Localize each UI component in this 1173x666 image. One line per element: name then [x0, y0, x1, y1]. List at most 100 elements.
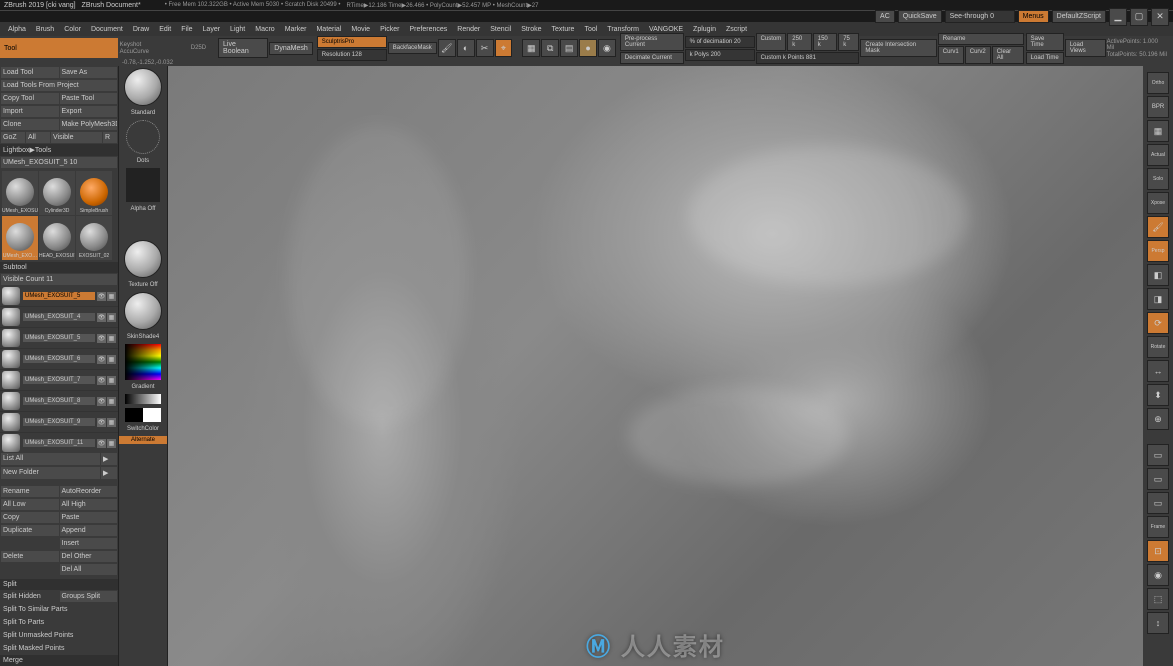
dynamesh-btn[interactable]: DynaMesh: [269, 42, 312, 55]
brush-icon[interactable]: 🖌: [438, 39, 456, 57]
doc2-icon[interactable]: ▭: [1147, 468, 1169, 490]
menu-item[interactable]: Edit: [159, 26, 171, 33]
rename-btn[interactable]: Rename: [938, 33, 1024, 45]
default-script[interactable]: DefaultZScript: [1052, 10, 1106, 23]
paste2-btn[interactable]: Paste: [60, 512, 118, 523]
subtool-header[interactable]: Subtool: [0, 262, 118, 273]
alternate-btn[interactable]: Alternate: [119, 436, 167, 444]
delete-btn[interactable]: Delete: [1, 551, 59, 562]
autocollapse-btn[interactable]: ▶: [101, 453, 117, 465]
menu-item[interactable]: Zscript: [726, 26, 747, 33]
swatches[interactable]: [125, 408, 161, 422]
visible-count[interactable]: Visible Count 11: [1, 274, 117, 285]
menu-item[interactable]: Preferences: [410, 26, 448, 33]
bpr-icon[interactable]: BPR: [1147, 96, 1169, 118]
k150-btn[interactable]: 150 k: [813, 33, 837, 51]
gradient-label[interactable]: Gradient: [131, 384, 154, 390]
menu-item[interactable]: Transform: [607, 26, 639, 33]
menu-item[interactable]: Document: [91, 26, 123, 33]
doc-icon[interactable]: ▭: [1147, 444, 1169, 466]
menu-item[interactable]: Color: [64, 26, 81, 33]
draw-icon[interactable]: 🖌: [1147, 216, 1169, 238]
persp-icon[interactable]: Persp: [1147, 240, 1169, 262]
sculptris-btn[interactable]: SculptrisPro: [317, 36, 387, 48]
load-from-project-btn[interactable]: Load Tools From Project: [1, 80, 117, 91]
savetime-btn[interactable]: Save Time: [1026, 33, 1064, 51]
append-btn[interactable]: Append: [60, 525, 118, 536]
splitunmasked-btn[interactable]: Split Unmasked Points: [1, 630, 117, 641]
goz-btn[interactable]: GoZ: [1, 132, 25, 143]
rotate-icon[interactable]: ⟳: [1147, 312, 1169, 334]
custom-btn[interactable]: Custom: [756, 33, 787, 51]
autoreorder-btn[interactable]: AutoReorder: [60, 486, 118, 497]
newfolder-btn[interactable]: New Folder: [1, 467, 100, 479]
load-tool-btn[interactable]: Load Tool: [1, 67, 59, 78]
ac-button[interactable]: AC: [875, 10, 895, 23]
menu-item[interactable]: Picker: [380, 26, 399, 33]
menu-item[interactable]: Draw: [133, 26, 149, 33]
tool-thumb[interactable]: Cylinder3D: [39, 171, 75, 215]
merge-header[interactable]: Merge: [0, 655, 118, 666]
current-tool[interactable]: UMesh_EXOSUIT_5 10: [1, 157, 117, 168]
menu-item[interactable]: Stencil: [490, 26, 511, 33]
menu-item[interactable]: Brush: [36, 26, 54, 33]
eye-icon[interactable]: 👁: [97, 292, 106, 301]
menu-item[interactable]: Layer: [203, 26, 221, 33]
grid-icon[interactable]: ▦: [1147, 120, 1169, 142]
mask-icon[interactable]: ◐: [457, 39, 475, 57]
folder-arrow[interactable]: ▶: [101, 467, 117, 479]
stroke-thumb[interactable]: [126, 120, 160, 154]
menu-item[interactable]: VANGOKE: [649, 26, 683, 33]
xpose-icon[interactable]: Xpose: [1147, 192, 1169, 214]
subtool-row[interactable]: UMesh_EXOSUIT_4👁▦: [0, 307, 118, 328]
rename2-btn[interactable]: Rename: [1, 486, 59, 497]
splitparts-btn[interactable]: Split To Parts: [1, 617, 117, 628]
frame-icon[interactable]: Frame: [1147, 516, 1169, 538]
point-icon[interactable]: ⌖: [495, 39, 513, 57]
curv1-btn[interactable]: Curv1: [938, 46, 964, 64]
target-icon[interactable]: ◉: [1147, 564, 1169, 586]
color-picker[interactable]: [125, 344, 161, 380]
spiral-icon[interactable]: ◉: [598, 39, 616, 57]
subtool-row[interactable]: UMesh_EXOSUIT_7👁▦: [0, 370, 118, 391]
win-close-icon[interactable]: ✕: [1151, 8, 1169, 26]
material-ball[interactable]: [124, 292, 162, 330]
curv2-btn[interactable]: Curv2: [965, 46, 991, 64]
menu-item[interactable]: Zplugin: [693, 26, 716, 33]
loadtime-btn[interactable]: Load Time: [1026, 52, 1064, 64]
listall-btn[interactable]: List All: [1, 453, 100, 465]
splitsim-btn[interactable]: Split To Similar Parts: [1, 604, 117, 615]
zoom-icon[interactable]: ⊕: [1147, 408, 1169, 430]
import-btn[interactable]: Import: [1, 106, 59, 117]
k250-btn[interactable]: 250 k: [787, 33, 811, 51]
paste-tool-btn[interactable]: Paste Tool: [60, 93, 118, 104]
trim-icon[interactable]: ✂: [476, 39, 494, 57]
subtool-row[interactable]: UMesh_EXOSUIT_11👁▦: [0, 433, 118, 452]
all-btn[interactable]: All: [26, 132, 50, 143]
quicksave-button[interactable]: QuickSave: [898, 10, 942, 23]
liveboolean-btn[interactable]: Live Boolean: [218, 38, 268, 58]
stack-icon[interactable]: ▤: [560, 39, 578, 57]
delother-btn[interactable]: Del Other: [60, 551, 118, 562]
alllow-btn[interactable]: All Low: [1, 499, 59, 510]
menu-item[interactable]: Alpha: [8, 26, 26, 33]
subtool-row[interactable]: UMesh_EXOSUIT_6👁▦: [0, 349, 118, 370]
ortho-icon[interactable]: Ortho: [1147, 72, 1169, 94]
floor-icon[interactable]: ◧: [1147, 264, 1169, 286]
paint-icon[interactable]: ▦: [107, 292, 116, 301]
tool-thumb[interactable]: HEAD_EXOSUIT: [39, 216, 75, 260]
insert-btn[interactable]: Insert: [60, 538, 118, 549]
seethrough-slider[interactable]: See-through 0: [945, 10, 1015, 23]
subtool-row[interactable]: UMesh_EXOSUIT_5👁▦: [0, 328, 118, 349]
actual-icon[interactable]: Actual: [1147, 144, 1169, 166]
clone-btn[interactable]: Clone: [1, 119, 59, 130]
box-icon[interactable]: ⬚: [1147, 588, 1169, 610]
menus-button[interactable]: Menus: [1018, 10, 1049, 23]
kpolys[interactable]: k Polys 200: [685, 49, 755, 61]
resolution-slider[interactable]: Resolution 128: [317, 49, 387, 61]
loadviews-btn[interactable]: Load Views: [1065, 39, 1106, 57]
menu-item[interactable]: Stroke: [521, 26, 541, 33]
menu-item[interactable]: Light: [230, 26, 245, 33]
copy2-btn[interactable]: Copy: [1, 512, 59, 523]
menu-item[interactable]: Render: [457, 26, 480, 33]
